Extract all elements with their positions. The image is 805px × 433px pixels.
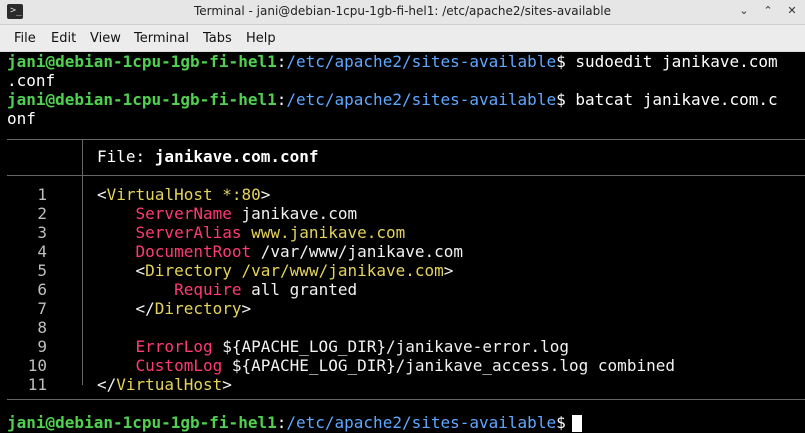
tag-close: >	[443, 261, 454, 280]
line-number: 5	[37, 261, 47, 280]
code-line-11: </VirtualHost>	[97, 375, 232, 394]
directive: CustomLog	[135, 356, 223, 375]
tag-open: </	[135, 299, 155, 318]
directive-value: /var/www/janikave.com	[251, 242, 464, 261]
title-bar: >_ Terminal - jani@debian-1cpu-1gb-fi-he…	[0, 0, 805, 25]
tag-name: Directory	[154, 299, 242, 318]
directive: Require	[174, 280, 242, 299]
line-number: 8	[37, 318, 47, 337]
terminal-output[interactable]: jani@debian-1cpu-1gb-fi-hel1:/etc/apache…	[0, 52, 805, 433]
window-title: Terminal - jani@debian-1cpu-1gb-fi-hel1:…	[193, 4, 611, 18]
command-wrap: .conf	[7, 71, 56, 90]
line-number: 1	[37, 185, 47, 204]
tag-close: >	[241, 299, 252, 318]
line-number: 2	[37, 204, 47, 223]
minimize-icon[interactable]: ⌄	[737, 4, 751, 17]
directive: ErrorLog	[135, 337, 213, 356]
file-label: File:	[97, 147, 155, 166]
prompt-colon: :	[276, 413, 287, 432]
menu-terminal[interactable]: Terminal	[134, 31, 189, 46]
code-line-3: ServerAlias www.janikave.com	[97, 223, 406, 242]
tag-arg: /var/www/janikave.com	[231, 261, 444, 280]
code-line-9: ErrorLog ${APACHE_LOG_DIR}/janikave-erro…	[97, 337, 569, 356]
directive-value: www.janikave.com	[241, 223, 406, 242]
directive: ServerAlias	[135, 223, 242, 242]
tag-open: <	[135, 261, 146, 280]
prompt-colon: :	[276, 52, 287, 71]
menu-view[interactable]: View	[90, 31, 121, 46]
directive-value: janikave.com	[231, 204, 358, 223]
prompt-line: jani@debian-1cpu-1gb-fi-hel1:/etc/apache…	[7, 413, 582, 432]
line-number: 6	[37, 280, 47, 299]
code-line-5: <Directory /var/www/janikave.com>	[97, 261, 454, 280]
line-number: 9	[37, 337, 47, 356]
prompt-user-host: jani@debian-1cpu-1gb-fi-hel1	[7, 413, 277, 432]
file-name: janikave.com.conf	[154, 147, 319, 166]
directive-value: ${APACHE_LOG_DIR}/janikave-error.log	[212, 337, 570, 356]
code-line-10: CustomLog ${APACHE_LOG_DIR}/janikave_acc…	[97, 356, 675, 375]
prompt-path: /etc/apache2/sites-available	[286, 52, 557, 71]
prompt-symbol: $	[556, 90, 566, 109]
maximize-icon[interactable]: ⌃	[761, 4, 775, 17]
line-number: 10	[27, 356, 47, 375]
prompt-user-host: jani@debian-1cpu-1gb-fi-hel1	[7, 52, 277, 71]
line-number: 7	[37, 299, 47, 318]
bat-border-mid	[7, 175, 805, 176]
directive-value: all granted	[241, 280, 358, 299]
code-line-7: </Directory>	[97, 299, 252, 318]
prompt-symbol: $	[556, 413, 566, 432]
code-line-6: Require all granted	[97, 280, 357, 299]
prompt-colon: :	[276, 90, 287, 109]
menu-edit[interactable]: Edit	[51, 31, 76, 46]
close-icon[interactable]: ✕	[785, 4, 799, 17]
tag-open: </	[97, 375, 117, 394]
line-number: 11	[27, 375, 47, 394]
directive: ServerName	[135, 204, 232, 223]
bat-border-bottom	[7, 399, 805, 400]
prompt-line: jani@debian-1cpu-1gb-fi-hel1:/etc/apache…	[7, 52, 778, 71]
prompt-path: /etc/apache2/sites-available	[286, 413, 557, 432]
code-line-4: DocumentRoot /var/www/janikave.com	[97, 242, 464, 261]
code-line-2: ServerName janikave.com	[97, 204, 358, 223]
tag-close: >	[222, 375, 232, 394]
command-wrap: onf	[7, 109, 36, 128]
tag-name: Directory	[145, 261, 232, 280]
tag-name: VirtualHost	[106, 185, 213, 204]
code-line-1: <VirtualHost *:80>	[97, 185, 270, 204]
line-number: 3	[37, 223, 47, 242]
menu-help[interactable]: Help	[246, 31, 276, 46]
tag-arg: *:80	[212, 185, 261, 204]
tag-name: VirtualHost	[116, 375, 223, 394]
tag-open: <	[97, 185, 107, 204]
directive: DocumentRoot	[135, 242, 252, 261]
directive-value: ${APACHE_LOG_DIR}/janikave_access.log co…	[222, 356, 675, 375]
line-number: 4	[37, 242, 47, 261]
prompt-line: jani@debian-1cpu-1gb-fi-hel1:/etc/apache…	[7, 90, 778, 109]
terminal-cursor	[571, 415, 582, 432]
prompt-symbol: $	[556, 52, 566, 71]
menu-tabs[interactable]: Tabs	[203, 31, 232, 46]
command-text: sudoedit janikave.com	[565, 52, 778, 71]
prompt-user-host: jani@debian-1cpu-1gb-fi-hel1	[7, 90, 277, 109]
prompt-path: /etc/apache2/sites-available	[286, 90, 557, 109]
menu-file[interactable]: File	[14, 31, 36, 46]
bat-file-header: File: janikave.com.conf	[97, 147, 319, 166]
bat-border-top	[7, 139, 805, 140]
command-text: batcat janikave.com.c	[565, 90, 778, 109]
tag-close: >	[260, 185, 271, 204]
menu-bar: File Edit View Terminal Tabs Help	[0, 25, 805, 52]
